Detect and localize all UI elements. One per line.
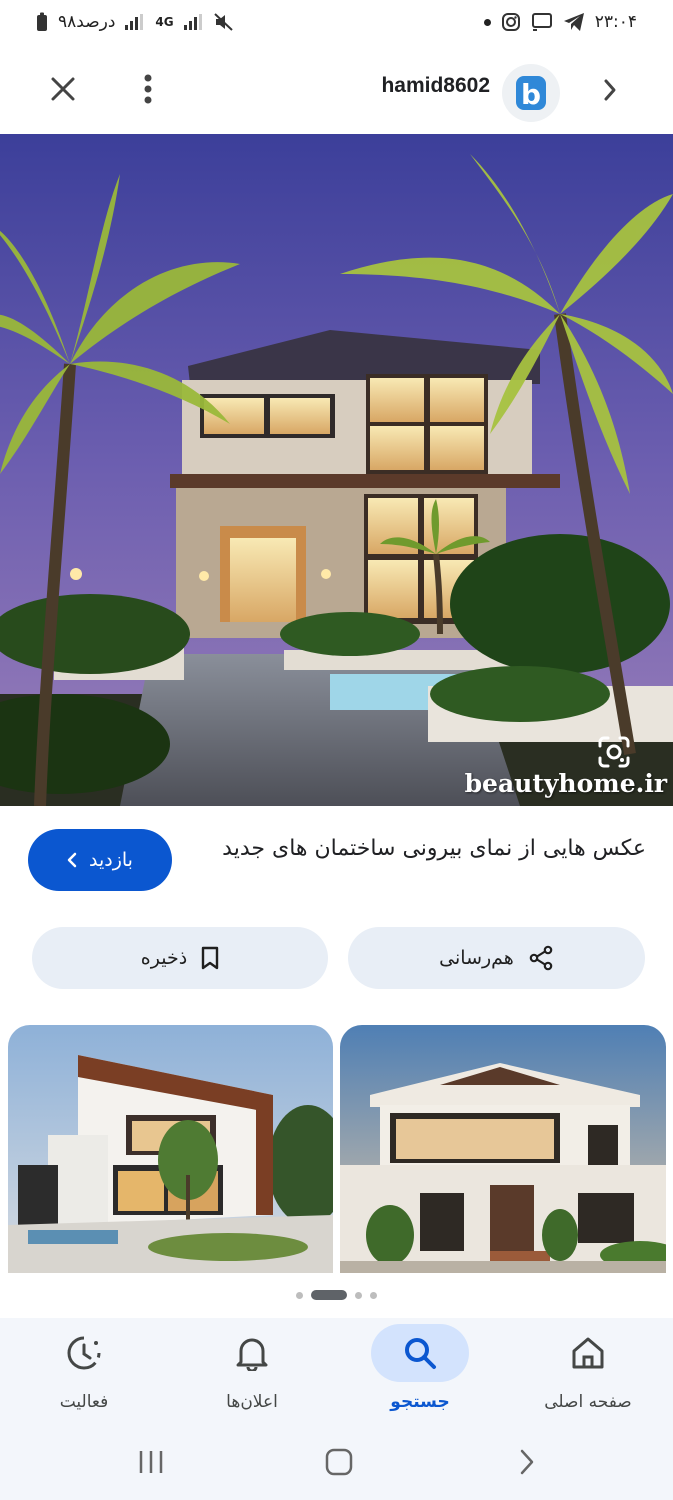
search-icon: [405, 1338, 436, 1369]
network-type: 4G: [155, 15, 174, 29]
home-system-button[interactable]: [314, 1442, 364, 1482]
clock: ۲۳:۰۴: [594, 12, 637, 32]
recent-apps-button[interactable]: [126, 1442, 176, 1482]
visit-button[interactable]: بازدید: [28, 829, 172, 891]
activity-icon: [67, 1336, 101, 1370]
search-icon-wrap: [371, 1324, 469, 1382]
page-dot-active: [311, 1290, 347, 1300]
back-system-button[interactable]: [502, 1442, 552, 1482]
battery-percent: ۹۸درصد: [58, 12, 116, 32]
cast-icon: [531, 12, 553, 32]
instagram-icon: [501, 12, 521, 32]
page-dot: [296, 1291, 303, 1299]
share-label: هم‌رسانی: [439, 947, 514, 969]
more-vert-icon: [144, 74, 152, 104]
more-options-button[interactable]: [130, 68, 166, 110]
notification-dot-icon: [483, 18, 491, 26]
battery-icon: [36, 12, 48, 32]
nav-label-activity: فعالیت: [59, 1392, 109, 1412]
top-bar: hamid8602 b: [0, 56, 673, 122]
close-button[interactable]: [42, 68, 84, 110]
main-image[interactable]: beautyhome.ir: [0, 134, 673, 806]
status-bar: ۹۸درصد 4G ۲۳:۰۴: [0, 0, 673, 44]
lens-icon: [598, 736, 630, 768]
share-button[interactable]: هم‌رسانی: [348, 927, 645, 989]
activity-icon-wrap: [35, 1324, 133, 1382]
house-photo: [0, 134, 673, 806]
related-image-1[interactable]: [8, 1025, 333, 1273]
image-watermark: beautyhome.ir: [464, 769, 667, 798]
home-icon: [572, 1337, 604, 1369]
status-left: ۹۸درصد 4G: [36, 12, 234, 32]
bell-icon-wrap: [203, 1324, 301, 1382]
telegram-icon: [563, 12, 585, 32]
share-icon: [529, 945, 553, 971]
site-name[interactable]: hamid8602: [340, 74, 490, 98]
related-image-2[interactable]: [340, 1025, 666, 1273]
nav-item-search[interactable]: جستجو: [336, 1318, 504, 1428]
site-logo[interactable]: b: [502, 64, 560, 122]
mute-icon: [213, 13, 234, 31]
classic-house-thumb: [340, 1025, 666, 1273]
next-button[interactable]: [592, 70, 628, 110]
save-label: ذخیره: [140, 947, 188, 969]
site-logo-icon: b: [516, 76, 546, 111]
nav-label-home: صفحه اصلی: [544, 1392, 632, 1412]
save-button[interactable]: ذخیره: [32, 927, 328, 989]
recent-apps-icon: [139, 1451, 163, 1473]
home-icon-wrap: [539, 1324, 637, 1382]
back-chevron-icon: [520, 1449, 534, 1475]
logo-letter: b: [521, 78, 541, 111]
nav-item-activity[interactable]: فعالیت: [0, 1318, 168, 1428]
status-right: ۲۳:۰۴: [483, 12, 637, 32]
bookmark-icon: [201, 946, 219, 970]
signal-icon: [125, 14, 145, 30]
result-title[interactable]: عکس هایی از نمای بیرونی ساختمان های جدید: [222, 830, 646, 868]
visit-label: بازدید: [89, 849, 133, 871]
home-square-icon: [325, 1448, 353, 1476]
page-dot: [370, 1291, 377, 1299]
nav-label-notifications: اعلان‌ها: [226, 1392, 278, 1412]
page-dot: [355, 1291, 362, 1299]
nav-item-home[interactable]: صفحه اصلی: [504, 1318, 672, 1428]
nav-label-search: جستجو: [390, 1392, 450, 1412]
bell-icon: [236, 1338, 268, 1371]
system-navigation: [0, 1428, 673, 1500]
nav-item-notifications[interactable]: اعلان‌ها: [168, 1318, 336, 1428]
modern-house-thumb: [8, 1025, 333, 1273]
chevron-right-icon: [604, 79, 616, 101]
signal-icon-2: [183, 14, 204, 30]
carousel-indicator: [0, 1288, 673, 1302]
close-icon: [51, 77, 75, 101]
bottom-navigation: فعالیت اعلان‌ها جستجو صفحه اصلی: [0, 1318, 673, 1428]
chevron-left-icon: [67, 852, 77, 868]
